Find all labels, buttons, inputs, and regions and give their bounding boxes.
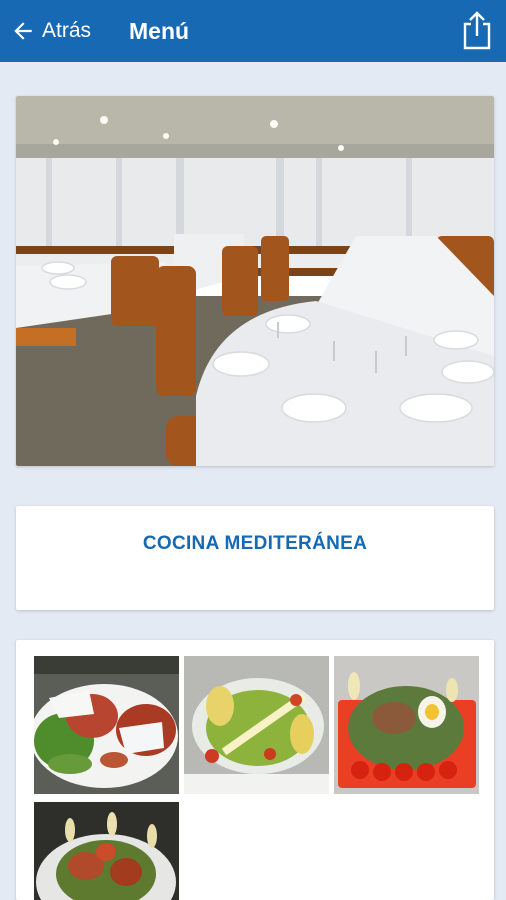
back-label: Atrás (42, 19, 92, 42)
salad-with-pear-and-dressing-photo (184, 656, 329, 794)
gallery-item[interactable] (334, 656, 479, 794)
arrow-left-icon (14, 22, 32, 40)
cuisine-card: COCINA MEDITERÁNEA (16, 506, 494, 610)
share-button[interactable] (460, 10, 494, 50)
restaurant-dining-room-photo (16, 96, 494, 466)
gallery-item[interactable] (184, 656, 329, 794)
gallery-item[interactable] (34, 802, 179, 900)
back-button[interactable]: Atrás (10, 14, 91, 48)
cuisine-title: COCINA MEDITERÁNEA (142, 533, 368, 554)
mixed-salad-photo (34, 802, 179, 900)
top-app-bar: Atrás Menú (0, 0, 506, 62)
salad-with-egg-and-tomatoes-photo (334, 656, 479, 794)
page-title: Menú (129, 18, 190, 44)
dish-gallery (16, 640, 494, 900)
hero-image-card (16, 96, 494, 466)
salad-with-cheese-and-tomato-photo (34, 656, 179, 794)
gallery-item[interactable] (34, 656, 179, 794)
share-icon (463, 11, 491, 50)
